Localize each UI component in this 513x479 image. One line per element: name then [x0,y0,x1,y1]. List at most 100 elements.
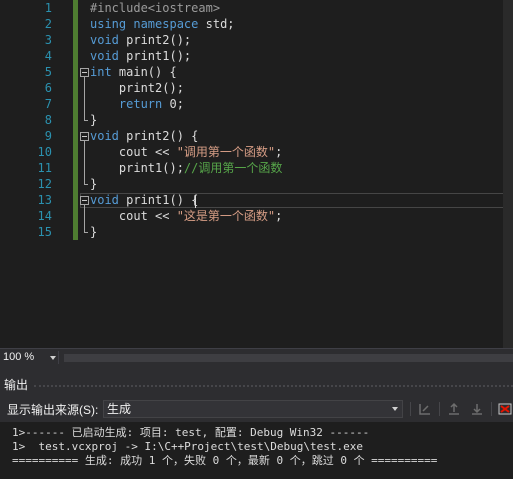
code-text: cout << [90,209,177,223]
change-tracking-bar [73,0,78,240]
code-text: std; [198,17,235,31]
line-number: 11 [37,161,52,175]
fold-guide [84,205,85,232]
line-number: 2 [44,17,52,31]
keyword-token: namespace [133,17,199,31]
line-number: 5 [44,65,52,79]
vertical-scrollbar[interactable] [503,0,513,348]
code-text: main() { [111,65,177,79]
code-line: } [90,176,97,192]
line-number: 3 [44,33,52,47]
line-number: 10 [37,145,52,159]
line-number: 9 [44,129,52,143]
code-text: ; [275,209,283,223]
code-line: } [90,112,97,128]
collapse-print1-icon[interactable] [80,196,89,205]
code-line: #include<iostream> [90,0,220,16]
collapse-main-icon[interactable] [80,68,89,77]
clear-all-button[interactable] [497,401,513,417]
line-number: 1 [44,1,52,15]
next-message-button[interactable] [469,401,485,417]
code-line: void print2() { [90,128,198,144]
fold-guide-end [84,232,88,233]
string-token: "调用第一个函数" [176,145,276,159]
line-number-gutter: 1 2 3 4 5 6 7 8 9 10 11 12 13 14 15 [0,0,72,348]
line-number: 7 [44,97,52,111]
code-line: void print1() { [90,192,198,208]
code-text: cout << [90,145,177,159]
code-text: print2(); [118,33,192,47]
code-text: print1(); [90,161,184,175]
zoom-value: 100 % [3,351,35,363]
output-line: 1> test.vcxproj -> I:\C++Project\test\De… [12,440,363,453]
comment-token: //调用第一个函数 [183,161,283,175]
code-text: } [90,225,98,239]
output-line: ========== 生成: 成功 1 个，失败 0 个，最新 0 个，跳过 0… [12,454,438,467]
code-text: } [90,177,98,191]
title-grip [34,385,513,387]
panel-splitter[interactable] [0,367,513,374]
prev-message-button[interactable] [446,401,462,417]
collapse-print2-icon[interactable] [80,132,89,141]
fold-guide-end [84,184,88,185]
code-line: void print2(); [90,32,191,48]
divider [491,402,492,416]
show-output-from-label: 显示输出来源(S): [7,403,99,417]
line-number: 12 [37,177,52,191]
preprocessor-token: #include<iostream> [90,1,221,15]
chevron-down-icon [392,407,398,411]
code-editor[interactable]: 1 2 3 4 5 6 7 8 9 10 11 12 13 14 15 #inc… [0,0,513,348]
keyword-token: void [90,193,119,207]
prev-message-icon [449,402,459,415]
code-line: int main() { [90,64,177,80]
code-text: print2(); [90,81,184,95]
line-number: 4 [44,49,52,63]
output-source-value: 生成 [107,402,132,416]
horizontal-scrollbar[interactable] [64,354,513,362]
output-source-select[interactable]: 生成 [103,400,403,418]
editor-status-bar: 100 % [0,348,513,367]
code-text: print2() { [118,129,199,143]
line-number: 15 [37,225,52,239]
divider [410,402,411,416]
output-panel-title: 输出 [4,378,29,392]
code-line: cout << "调用第一个函数"; [90,144,283,160]
keyword-token: void [90,33,119,47]
line-number: 6 [44,81,52,95]
goto-message-icon [419,404,430,415]
code-line: using namespace std; [90,16,235,32]
code-line: } [90,224,97,240]
divider [58,351,59,364]
keyword-token: int [90,65,112,79]
divider [439,402,440,416]
goto-message-button[interactable] [417,401,433,417]
code-text: ; [275,145,283,159]
code-line: print2(); [90,80,184,96]
fold-guide-end [84,120,88,121]
output-text-area[interactable]: 1>------ 已启动生成: 项目: test, 配置: Debug Win3… [0,422,513,479]
next-message-icon [472,404,482,415]
line-number: 14 [37,209,52,223]
text-caret [195,195,196,208]
fold-guide [84,141,85,184]
code-line: return 0; [90,96,184,112]
code-line: cout << "这是第一个函数"; [90,208,283,224]
code-text: print1(); [118,49,192,63]
output-line: 1>------ 已启动生成: 项目: test, 配置: Debug Win3… [12,426,370,439]
code-line: print1();//调用第一个函数 [90,160,282,176]
clear-all-icon [498,403,512,415]
zoom-dropdown[interactable]: 100 % [0,349,58,366]
code-text: 0; [162,97,184,111]
keyword-token: using [90,17,127,31]
string-token: "这是第一个函数" [176,209,276,223]
line-number: 13 [37,193,52,207]
keyword-token: void [90,49,119,63]
code-text: print1() { [118,193,199,207]
chevron-down-icon [50,356,56,360]
line-number: 8 [44,113,52,127]
code-line: void print1(); [90,48,191,64]
keyword-token: return [118,97,163,111]
output-panel: 输出 显示输出来源(S): 生成 1>------ 已启动生成: 项目: tes… [0,374,513,479]
fold-guide [84,77,85,120]
